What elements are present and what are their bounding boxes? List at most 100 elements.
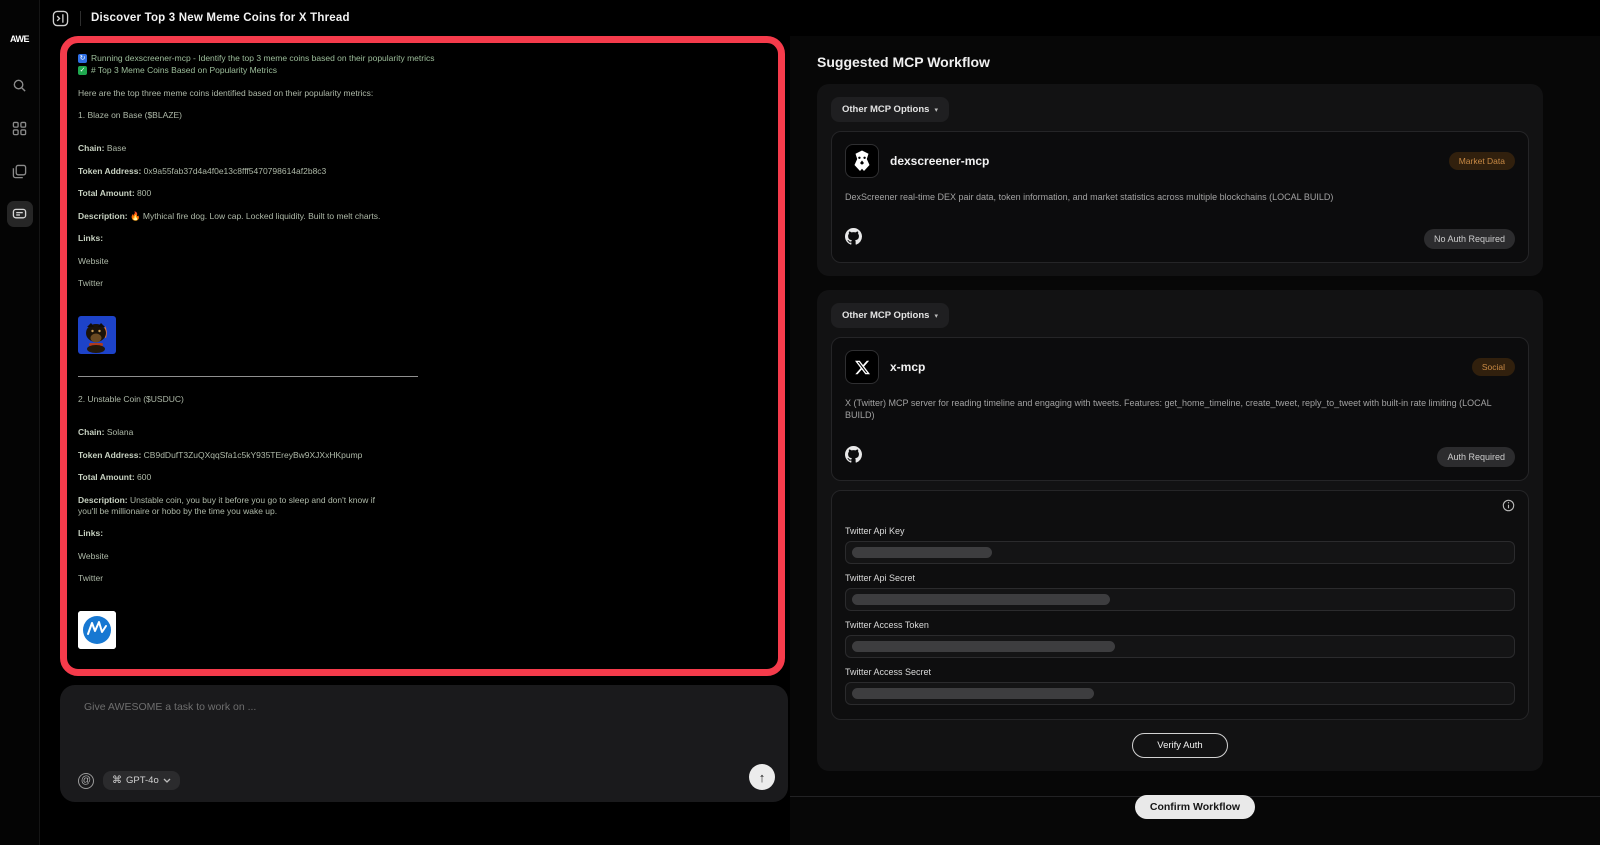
website-link[interactable]: Website: [78, 256, 767, 267]
check-icon: ✓: [78, 66, 87, 75]
x-logo: [845, 350, 879, 384]
workflow-step-dexscreener: Other MCP Options ▾ dexscreener-mcp Mark…: [817, 84, 1543, 276]
field-label-access-token: Twitter Access Token: [845, 620, 1515, 630]
token-label: Token Address:: [78, 166, 141, 176]
redacted-value: [852, 594, 1110, 605]
coin-description: Description: Unstable coin, you buy it b…: [78, 495, 390, 517]
amount-value: 800: [137, 188, 151, 198]
workflow-footer: Confirm Workflow: [790, 796, 1600, 819]
task-input[interactable]: [84, 701, 764, 753]
top-bar: Discover Top 3 New Meme Coins for X Thre…: [40, 0, 1600, 36]
twitter-link[interactable]: Twitter: [78, 573, 767, 584]
category-badge: Social: [1472, 358, 1515, 376]
coin-amount: Total Amount: 600: [78, 472, 767, 483]
left-rail: AWE: [0, 0, 40, 845]
model-selector[interactable]: ⌘ GPT-4o: [103, 771, 180, 790]
links-heading: Links:: [78, 528, 767, 539]
mention-icon[interactable]: @: [78, 773, 94, 789]
twitter-auth-form: Twitter Api Key Twitter Api Secret Twitt…: [831, 490, 1529, 720]
panel-toggle-icon[interactable]: [52, 9, 70, 27]
other-mcp-options-button[interactable]: Other MCP Options ▾: [831, 97, 949, 122]
workflow-panel: Suggested MCP Workflow Other MCP Options…: [790, 36, 1600, 845]
blaze-coin-image: [78, 316, 116, 354]
token-value: 0x9a55fab37d4a4f0e13c8fff5470798614af2b8…: [144, 166, 327, 176]
awe-logo: AWE: [7, 34, 33, 44]
status-running: ↻ Running dexscreener-mcp - Identify the…: [78, 53, 767, 64]
coin-chain: Chain: Base: [78, 143, 767, 154]
other-mcp-options-label: Other MCP Options: [842, 104, 929, 115]
section-divider: [78, 376, 418, 377]
twitter-link[interactable]: Twitter: [78, 278, 767, 289]
coin-token: Token Address: CB9dDufT3ZuQXqqSfa1c5kY93…: [78, 450, 767, 461]
description-label: Description:: [78, 495, 128, 505]
status-running-text: Running dexscreener-mcp - Identify the t…: [91, 53, 434, 64]
command-icon: ⌘: [112, 775, 122, 786]
intro-text: Here are the top three meme coins identi…: [78, 88, 767, 99]
links-label: Links:: [78, 528, 103, 538]
workflow-title: Suggested MCP Workflow: [817, 54, 1600, 70]
section-divider: [78, 671, 418, 672]
access-secret-input[interactable]: [845, 682, 1515, 705]
model-name: GPT-4o: [126, 775, 159, 786]
coin-chain: Chain: Solana: [78, 427, 767, 438]
usduc-coin-image: [78, 611, 116, 649]
workflow-step-x: Other MCP Options ▾ x-mcp Social X (Twit…: [817, 290, 1543, 771]
field-label-access-secret: Twitter Access Secret: [845, 667, 1515, 677]
mcp-card-dexscreener[interactable]: dexscreener-mcp Market Data DexScreener …: [831, 131, 1529, 263]
github-icon[interactable]: [845, 228, 862, 250]
auth-status-badge: Auth Required: [1437, 447, 1515, 467]
sessions-icon[interactable]: [7, 158, 33, 184]
amount-label: Total Amount:: [78, 472, 135, 482]
task-composer[interactable]: @ ⌘ GPT-4o ↑: [60, 685, 788, 802]
mcp-description: X (Twitter) MCP server for reading timel…: [845, 397, 1515, 421]
access-token-input[interactable]: [845, 635, 1515, 658]
coin-heading: 1. Blaze on Base ($BLAZE): [78, 110, 767, 121]
status-done: ✓ # Top 3 Meme Coins Based on Popularity…: [78, 65, 767, 76]
caret-down-icon: ▾: [934, 106, 938, 114]
github-icon[interactable]: [845, 446, 862, 468]
token-value: CB9dDufT3ZuQXqqSfa1c5kY935TEreyBw9XJXxHK…: [144, 450, 363, 460]
website-link[interactable]: Website: [78, 551, 767, 562]
status-done-text: # Top 3 Meme Coins Based on Popularity M…: [91, 65, 277, 76]
dexscreener-logo: [845, 144, 879, 178]
field-label-api-key: Twitter Api Key: [845, 526, 1515, 536]
search-icon[interactable]: [7, 72, 33, 98]
description-value: 🔥 Mythical fire dog. Low cap. Locked liq…: [130, 211, 380, 221]
category-badge: Market Data: [1449, 152, 1515, 170]
chain-value: Base: [107, 143, 126, 153]
topbar-divider: [80, 11, 81, 26]
amount-value: 600: [137, 472, 151, 482]
agent-output-highlight: ↻ Running dexscreener-mcp - Identify the…: [60, 36, 785, 676]
links-label: Links:: [78, 233, 103, 243]
redacted-value: [852, 688, 1094, 699]
chain-value: Solana: [107, 427, 133, 437]
mcp-card-x[interactable]: x-mcp Social X (Twitter) MCP server for …: [831, 337, 1529, 481]
redacted-value: [852, 547, 992, 558]
coin-amount: Total Amount: 800: [78, 188, 767, 199]
chat-icon[interactable]: [7, 201, 33, 227]
coin-description: Description: 🔥 Mythical fire dog. Low ca…: [78, 211, 767, 222]
field-label-api-secret: Twitter Api Secret: [845, 573, 1515, 583]
confirm-workflow-button[interactable]: Confirm Workflow: [1135, 795, 1255, 819]
verify-auth-button[interactable]: Verify Auth: [1132, 733, 1227, 758]
redacted-value: [852, 641, 1115, 652]
api-secret-input[interactable]: [845, 588, 1515, 611]
mcp-name: x-mcp: [890, 360, 925, 374]
token-label: Token Address:: [78, 450, 141, 460]
chat-transcript: ↻ Running dexscreener-mcp - Identify the…: [78, 53, 767, 672]
chain-label: Chain:: [78, 427, 104, 437]
amount-label: Total Amount:: [78, 188, 135, 198]
apps-grid-icon[interactable]: [7, 115, 33, 141]
other-mcp-options-button[interactable]: Other MCP Options ▾: [831, 303, 949, 328]
description-label: Description:: [78, 211, 128, 221]
chain-label: Chain:: [78, 143, 104, 153]
links-heading: Links:: [78, 233, 767, 244]
info-icon[interactable]: [1502, 499, 1515, 517]
coin-heading: 2. Unstable Coin ($USDUC): [78, 394, 767, 405]
caret-down-icon: ▾: [934, 312, 938, 320]
other-mcp-options-label: Other MCP Options: [842, 310, 929, 321]
auth-status-badge: No Auth Required: [1424, 229, 1515, 249]
send-button[interactable]: ↑: [749, 764, 775, 790]
api-key-input[interactable]: [845, 541, 1515, 564]
mcp-name: dexscreener-mcp: [890, 154, 989, 168]
